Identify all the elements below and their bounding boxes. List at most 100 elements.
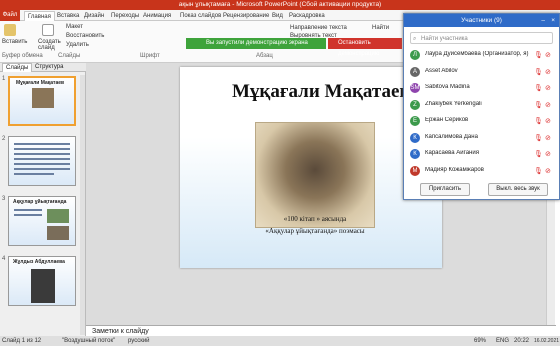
participant-row[interactable]: Е Ержан Сериков 🎙 ⊘ bbox=[410, 114, 555, 131]
thumb-slide-3[interactable]: Аққулар ұйықтағанда bbox=[8, 196, 76, 246]
participant-name: Мадияр Кожамжаров bbox=[425, 166, 484, 173]
participant-row[interactable]: Z Zhakiybek Yerkengali 🎙 ⊘ bbox=[410, 98, 555, 115]
search-icon: ⌕ bbox=[413, 36, 417, 42]
screen-share-banner: Вы запустили демонстрацию экрана bbox=[186, 38, 326, 49]
participants-title: Участники (9) bbox=[461, 17, 502, 24]
reset-button[interactable]: Восстановить bbox=[66, 33, 104, 39]
tab-home[interactable]: Главная bbox=[24, 11, 55, 21]
participant-row[interactable]: A Asset Abilov 🎙 ⊘ bbox=[410, 65, 555, 82]
participants-panel: Участники (9) – × ⌕ Найти участника Л Лау… bbox=[403, 13, 560, 200]
participant-name: Ержан Сериков bbox=[425, 117, 469, 123]
new-slide-button[interactable]: Создать слайд bbox=[38, 39, 64, 51]
text-direction-button[interactable]: Направление текста bbox=[290, 25, 347, 31]
participant-name: Sabitova Madina bbox=[425, 84, 470, 90]
camera-off-icon[interactable]: ⊘ bbox=[545, 117, 551, 125]
participant-search-input[interactable]: ⌕ Найти участника bbox=[410, 32, 553, 44]
keyboard-layout[interactable]: ENG bbox=[496, 336, 509, 346]
tab-insert[interactable]: Вставка bbox=[57, 11, 79, 21]
participant-name: Капсалимова Дана bbox=[425, 133, 478, 140]
camera-off-icon[interactable]: ⊘ bbox=[545, 84, 551, 92]
thumb-portrait bbox=[32, 88, 54, 108]
tab-transitions[interactable]: Переходы bbox=[111, 11, 139, 21]
stop-share-button[interactable]: Остановить демонстрацию bbox=[328, 38, 402, 57]
find-button[interactable]: Найти bbox=[372, 25, 389, 31]
tab-slides[interactable]: Слайды bbox=[2, 63, 33, 72]
thumb-number: 1 bbox=[2, 76, 6, 82]
camera-off-icon[interactable]: ⊘ bbox=[545, 101, 551, 109]
close-icon[interactable]: × bbox=[551, 14, 555, 27]
minimize-icon[interactable]: – bbox=[541, 14, 545, 27]
participant-name: Zhakiybek Yerkengali bbox=[425, 100, 482, 107]
camera-off-icon[interactable]: ⊘ bbox=[545, 68, 551, 76]
mute-all-button[interactable]: Выкл. весь звук bbox=[488, 183, 548, 196]
participant-name: Лаура Дуйсембаева (Организатор, я) bbox=[425, 51, 529, 57]
thumb-number: 4 bbox=[2, 256, 6, 262]
slide-caption-2: «Аққулар ұйықтағанда» поэмасы bbox=[265, 227, 365, 235]
tab-view[interactable]: Вид bbox=[272, 11, 283, 21]
thumb-number: 2 bbox=[2, 136, 6, 142]
muted-mic-icon[interactable]: 🎙 bbox=[534, 134, 543, 142]
camera-off-icon[interactable]: ⊘ bbox=[545, 134, 551, 142]
thumb-title: Жұлдыз Абдуллаева bbox=[13, 259, 65, 265]
language: русский bbox=[128, 338, 150, 344]
camera-off-icon[interactable]: ⊘ bbox=[545, 167, 551, 175]
thumb-title: Мұқағали Мақатаев bbox=[16, 80, 65, 86]
participants-header: Участники (9) – × bbox=[404, 14, 559, 27]
new-slide-icon[interactable] bbox=[42, 24, 54, 36]
muted-mic-icon[interactable]: 🎙 bbox=[534, 51, 543, 59]
group-font: Шрифт bbox=[140, 53, 160, 59]
participant-row[interactable]: Л Лаура Дуйсембаева (Организатор, я) 🎙 ⊘ bbox=[410, 48, 555, 65]
avatar: Z bbox=[410, 99, 420, 110]
muted-mic-icon[interactable]: 🎙 bbox=[534, 150, 543, 158]
tab-outline[interactable]: Структура bbox=[32, 63, 66, 72]
camera-off-icon[interactable]: ⊘ bbox=[545, 150, 551, 158]
slide-thumbnails: 1 Мұқағали Мақатаев 2 3 Аққулар ұйықтаға… bbox=[0, 72, 86, 346]
participant-row[interactable]: М Мадияр Кожамжаров 🎙 ⊘ bbox=[410, 164, 555, 181]
muted-mic-icon[interactable]: 🎙 bbox=[534, 101, 543, 109]
search-placeholder: Найти участника bbox=[421, 36, 468, 42]
clock-date: 16.02.2021 bbox=[534, 338, 560, 344]
thumb-portrait bbox=[31, 269, 55, 303]
slide-counter: Слайд 1 из 12 bbox=[2, 338, 42, 344]
avatar: Е bbox=[410, 116, 420, 126]
tab-file[interactable]: Файл bbox=[0, 10, 20, 21]
tab-slideshow[interactable]: Показ слайдов bbox=[180, 11, 221, 21]
paste-icon[interactable] bbox=[4, 24, 16, 36]
delete-button[interactable]: Удалить bbox=[66, 42, 89, 48]
tab-animation[interactable]: Анимация bbox=[143, 11, 171, 21]
thumb-slide-1[interactable]: Мұқағали Мақатаев bbox=[8, 76, 76, 126]
layout-button[interactable]: Макет bbox=[66, 24, 83, 30]
avatar: Л bbox=[410, 50, 420, 60]
thumb-slide-4[interactable]: Жұлдыз Абдуллаева bbox=[8, 256, 76, 306]
status-bar: Слайд 1 из 12 "Воздушный поток" русский … bbox=[0, 336, 560, 346]
tab-review[interactable]: Рецензирование bbox=[223, 11, 269, 21]
paste-button[interactable]: Вставить bbox=[2, 39, 27, 45]
participant-row[interactable]: К Карасаева Айгания 🎙 ⊘ bbox=[410, 147, 555, 164]
avatar: SM bbox=[410, 83, 420, 93]
participant-name: Asset Abilov bbox=[425, 67, 458, 74]
participant-row[interactable]: К Капсалимова Дана 🎙 ⊘ bbox=[410, 131, 555, 148]
avatar: К bbox=[410, 149, 420, 159]
avatar: A bbox=[410, 66, 420, 77]
clock-time: 20:22 bbox=[514, 338, 530, 344]
participant-row[interactable]: SM Sabitova Madina 🎙 ⊘ bbox=[410, 81, 555, 98]
zoom-level[interactable]: 69% bbox=[474, 336, 486, 346]
muted-mic-icon[interactable]: 🎙 bbox=[534, 167, 543, 175]
tab-design[interactable]: Дизайн bbox=[84, 11, 104, 21]
group-slides: Слайды bbox=[58, 53, 81, 59]
participant-name: Карасаева Айгания bbox=[425, 150, 479, 156]
thumbnails-scrollbar[interactable] bbox=[80, 75, 85, 335]
group-clipboard: Буфер обмена bbox=[2, 53, 43, 59]
tab-storyboard[interactable]: Раскадровка bbox=[289, 11, 325, 21]
thumb-slide-2[interactable] bbox=[8, 136, 76, 186]
window-title: ақын ұлықтамаға - Microsoft PowerPoint (… bbox=[0, 0, 560, 10]
avatar: М bbox=[410, 165, 420, 176]
notes-pane[interactable]: Заметки к слайду bbox=[86, 325, 556, 336]
camera-off-icon[interactable]: ⊘ bbox=[545, 51, 551, 59]
muted-mic-icon[interactable]: 🎙 bbox=[534, 68, 543, 76]
thumb-title: Аққулар ұйықтағанда bbox=[13, 199, 67, 205]
invite-button[interactable]: Пригласить bbox=[420, 183, 470, 196]
slide-caption-1: «100 кітап » аясында bbox=[283, 215, 347, 223]
muted-mic-icon[interactable]: 🎙 bbox=[534, 84, 543, 92]
muted-mic-icon[interactable]: 🎙 bbox=[534, 117, 543, 125]
